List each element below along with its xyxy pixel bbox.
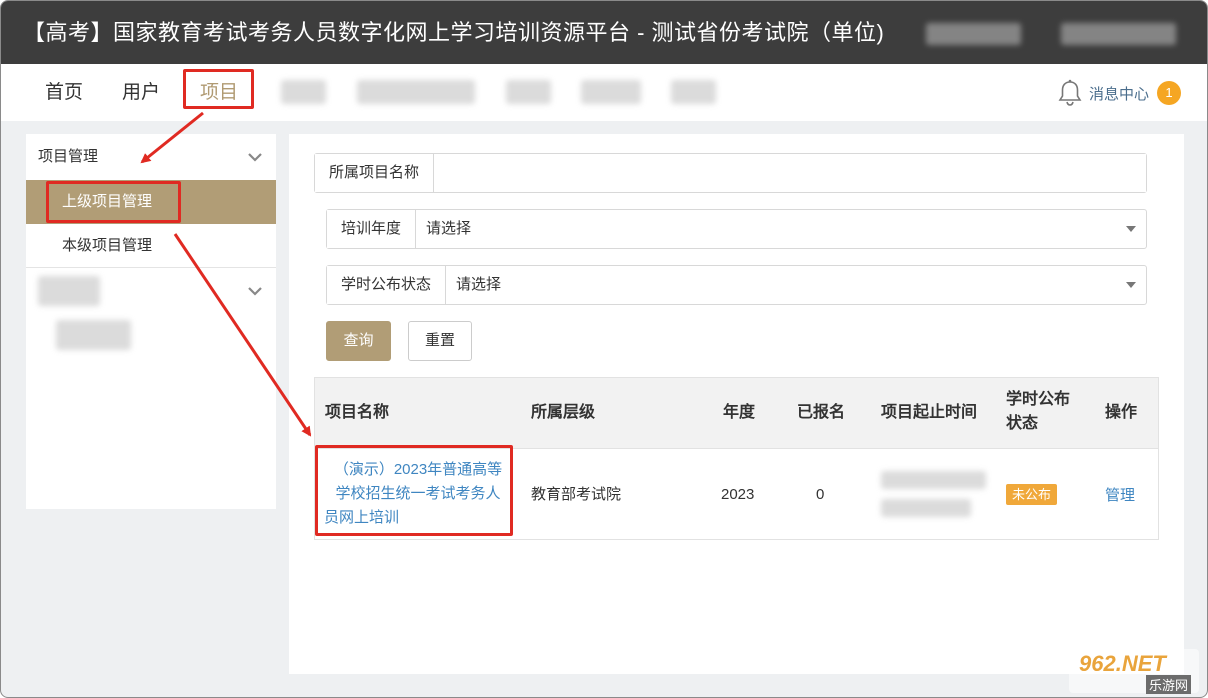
sidebar-group-label: 项目管理 xyxy=(38,148,99,165)
col-status-line1: 学时公布 xyxy=(1006,391,1071,408)
annotation-box-project-name xyxy=(315,445,513,536)
row-time-range-blurred xyxy=(881,471,986,489)
sidebar-group-blurred[interactable] xyxy=(26,268,276,314)
nav-item-blurred-4[interactable] xyxy=(581,80,641,104)
manage-link[interactable]: 管理 xyxy=(1105,484,1135,508)
sidebar-group-project-management[interactable]: 项目管理 xyxy=(26,134,276,180)
col-enrolled: 已报名 xyxy=(797,404,846,421)
row-level: 教育部考试院 xyxy=(531,486,622,503)
nav-item-blurred-5[interactable] xyxy=(671,80,716,104)
watermark-text: 962.NET xyxy=(1079,651,1166,676)
message-center-label: 消息中心 xyxy=(1088,85,1149,103)
chevron-down-icon xyxy=(248,287,262,296)
col-status: 学时公布 状态 xyxy=(1006,388,1070,436)
status-select[interactable]: 请选择 xyxy=(446,266,1146,304)
site-watermark: 962.NET 乐游网 xyxy=(1069,649,1199,694)
app-window: 【高考】国家教育考试考务人员数字化网上学习培训资源平台 - 测试省份考试院（单位… xyxy=(0,0,1208,698)
nav-item-blurred-2[interactable] xyxy=(357,80,475,104)
reset-button[interactable]: 重置 xyxy=(408,321,472,361)
caret-down-icon xyxy=(1126,226,1136,232)
watermark-sub: 乐游网 xyxy=(1145,675,1191,694)
year-select[interactable]: 请选择 xyxy=(416,210,1146,248)
project-name-label: 所属项目名称 xyxy=(315,154,435,192)
annotation-box-sidebar-item xyxy=(46,181,181,223)
logout-blurred xyxy=(1061,23,1176,45)
year-select-value: 请选择 xyxy=(426,220,472,237)
caret-down-icon xyxy=(1126,282,1136,288)
col-year: 年度 xyxy=(723,404,756,421)
status-select-value: 请选择 xyxy=(456,276,502,293)
sidebar-item-label: 本级项目管理 xyxy=(62,237,153,254)
year-filter: 培训年度 请选择 xyxy=(326,209,1147,249)
project-name-filter: 所属项目名称 xyxy=(314,153,1147,193)
message-count-badge: 1 xyxy=(1157,81,1181,105)
main-panel: 所属项目名称 培训年度 请选择 学时公布状态 请选择 查询 重置 项目名称 所属… xyxy=(289,134,1184,674)
bell-icon xyxy=(1058,79,1082,106)
row-enrolled: 0 xyxy=(816,486,825,503)
message-center[interactable]: 消息中心 1 xyxy=(1057,78,1181,108)
year-label: 培训年度 xyxy=(327,210,417,248)
sidebar-item-blurred[interactable] xyxy=(56,320,131,350)
user-info-blurred xyxy=(926,23,1021,45)
title-bar: 【高考】国家教育考试考务人员数字化网上学习培训资源平台 - 测试省份考试院（单位… xyxy=(1,1,1207,64)
row-status: 未公布 xyxy=(1006,483,1058,507)
project-name-input[interactable] xyxy=(434,154,1146,192)
status-badge: 未公布 xyxy=(1006,484,1058,505)
nav-item-blurred-1[interactable] xyxy=(281,80,326,104)
row-time-range-blurred-2 xyxy=(881,499,971,517)
nav-users[interactable]: 用户 xyxy=(122,64,160,121)
col-action: 操作 xyxy=(1105,404,1138,421)
status-label: 学时公布状态 xyxy=(327,266,447,304)
nav-home[interactable]: 首页 xyxy=(45,64,83,121)
row-year: 2023 xyxy=(721,486,755,503)
sidebar-item-local-projects[interactable]: 本级项目管理 xyxy=(26,224,276,268)
col-status-line2: 状态 xyxy=(1006,415,1039,432)
col-time-range: 项目起止时间 xyxy=(881,404,978,421)
query-button[interactable]: 查询 xyxy=(326,321,391,361)
top-nav: 首页 用户 项目 消息中心 1 xyxy=(1,64,1207,121)
chevron-down-icon xyxy=(248,153,262,162)
annotation-box-nav-projects xyxy=(183,69,254,109)
col-project-name: 项目名称 xyxy=(325,404,390,421)
app-title: 【高考】国家教育考试考务人员数字化网上学习培训资源平台 - 测试省份考试院（单位… xyxy=(23,20,885,45)
status-filter: 学时公布状态 请选择 xyxy=(326,265,1147,305)
table-header: 项目名称 所属层级 年度 已报名 项目起止时间 学时公布 状态 操作 xyxy=(315,378,1158,449)
nav-item-blurred-3[interactable] xyxy=(506,80,551,104)
col-level: 所属层级 xyxy=(531,404,596,421)
sidebar-group-label-blurred xyxy=(38,276,100,306)
